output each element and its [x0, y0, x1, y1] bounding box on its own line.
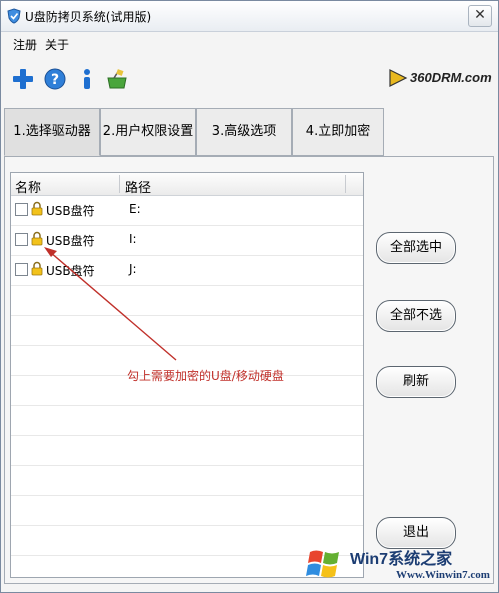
list-item[interactable]: USB盘符 I: [11, 225, 363, 255]
column-header-name[interactable]: 名称 [15, 177, 41, 196]
menu-bar: 注册 关于 [1, 31, 498, 55]
menu-item-register[interactable]: 注册 [13, 36, 37, 53]
lock-icon [31, 261, 43, 276]
windows-logo-icon [306, 550, 339, 578]
menu-item-about[interactable]: 关于 [45, 36, 69, 53]
info-icon[interactable] [75, 67, 99, 91]
drive-checkbox[interactable] [15, 263, 28, 276]
drive-checkbox[interactable] [15, 233, 28, 246]
help-icon[interactable]: ? [43, 67, 67, 91]
window-title: U盘防拷贝系统(试用版) [25, 10, 152, 24]
annotation-label: 勾上需要加密的U盘/移动硬盘 [127, 369, 284, 383]
add-icon[interactable] [11, 67, 35, 91]
drive-name: USB盘符 [46, 264, 95, 278]
column-divider[interactable] [345, 175, 346, 193]
lock-icon [31, 231, 43, 246]
tab-advanced-options[interactable]: 3.高级选项 [196, 108, 292, 156]
brand-logo-icon [389, 69, 408, 87]
row-divider [11, 285, 363, 286]
select-all-button[interactable]: 全部选中 [376, 232, 456, 264]
title-bar: U盘防拷贝系统(试用版) ✕ [1, 1, 498, 32]
drive-path: I: [129, 232, 137, 246]
tab-encrypt-now[interactable]: 4.立即加密 [292, 108, 384, 156]
watermark-title: Win7系统之家 [350, 551, 453, 568]
drive-path: E: [129, 202, 141, 216]
row-divider [11, 405, 363, 406]
watermark-url: Www.Winwin7.com [396, 569, 490, 581]
list-item[interactable]: USB盘符 J: [11, 255, 363, 285]
tab-strip: 1.选择驱动器 2.用户权限设置 3.高级选项 4.立即加密 [4, 108, 384, 156]
drive-path: J: [129, 262, 137, 276]
row-divider [11, 315, 363, 316]
tab-user-permissions[interactable]: 2.用户权限设置 [100, 108, 196, 156]
watermark: Win7系统之家 Www.Winwin7.com [300, 542, 496, 588]
refresh-button[interactable]: 刷新 [376, 366, 456, 398]
brand-logo: 360DRM.com [388, 65, 492, 93]
row-divider [11, 345, 363, 346]
row-divider [11, 465, 363, 466]
drive-checkbox[interactable] [15, 203, 28, 216]
select-none-button[interactable]: 全部不选 [376, 300, 456, 332]
drive-name: USB盘符 [46, 234, 95, 248]
brand-text: 360DRM.com [410, 70, 492, 85]
drive-name: USB盘符 [46, 204, 95, 218]
shield-icon [7, 8, 21, 24]
tab-select-drive[interactable]: 1.选择驱动器 [4, 108, 100, 156]
row-divider [11, 495, 363, 496]
list-header: 名称 路径 [11, 173, 363, 196]
column-divider[interactable] [119, 175, 120, 193]
close-icon: ✕ [474, 7, 486, 23]
close-button[interactable]: ✕ [468, 5, 492, 27]
row-divider [11, 525, 363, 526]
column-header-path[interactable]: 路径 [125, 177, 151, 196]
lock-icon [31, 201, 43, 216]
list-item[interactable]: USB盘符 E: [11, 195, 363, 225]
basket-icon[interactable] [105, 67, 129, 91]
svg-text:?: ? [51, 72, 59, 88]
row-divider [11, 435, 363, 436]
